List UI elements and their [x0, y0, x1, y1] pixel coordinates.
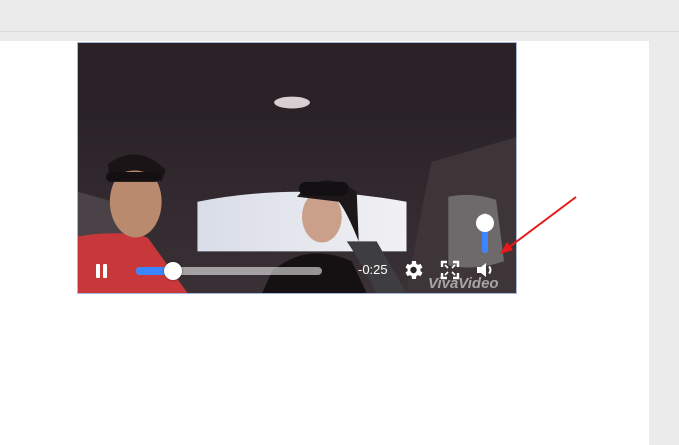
- annotation-arrow: [500, 196, 577, 254]
